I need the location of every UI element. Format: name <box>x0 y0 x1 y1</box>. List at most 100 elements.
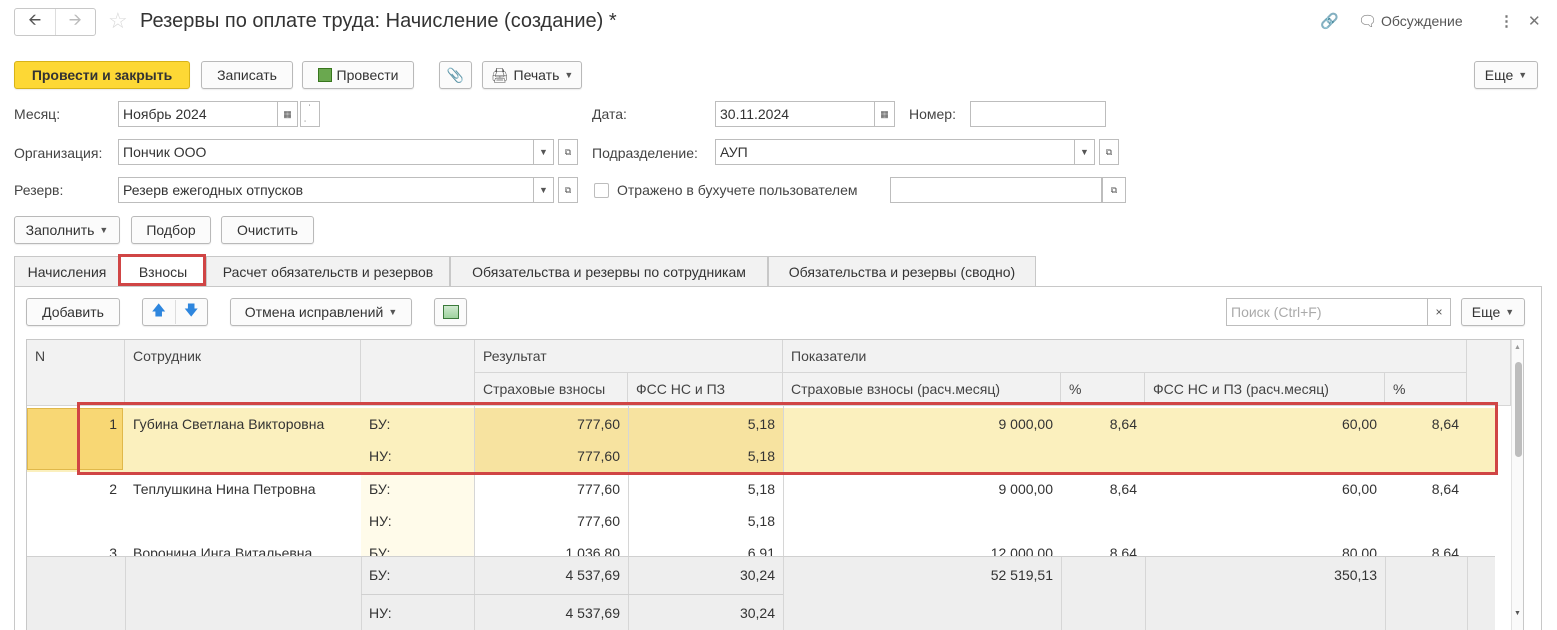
print-button[interactable]: 🖨 Печать ▼ <box>482 61 582 89</box>
table-scrollbar[interactable]: ▲ ▼ <box>1511 340 1523 630</box>
move-up-icon[interactable]: 🡅 <box>143 300 175 324</box>
date-field[interactable]: 30.11.2024 <box>715 101 875 127</box>
number-label: Номер: <box>909 106 956 122</box>
tab-label: Обязательства и резервы по сотрудникам <box>472 263 746 280</box>
kebab-menu-icon[interactable]: ⋮ <box>1499 12 1514 30</box>
row1-pct[interactable]: 8,64 <box>1061 408 1145 440</box>
post-and-close-button[interactable]: Провести и закрыть <box>14 61 190 89</box>
tab-contributions[interactable]: Взносы <box>120 256 206 287</box>
row-divider <box>361 594 783 595</box>
department-field[interactable]: АУП <box>715 139 1075 165</box>
tab-liabilities-summary[interactable]: Обязательства и резервы (сводно) <box>768 256 1036 286</box>
table-settings-button[interactable] <box>434 298 467 326</box>
row1-fss-month[interactable]: 60,00 <box>1145 408 1385 440</box>
header-employee[interactable]: Сотрудник <box>125 340 361 406</box>
pick-button[interactable]: Подбор <box>131 216 211 244</box>
total-fss-month: 350,13 <box>1334 567 1377 583</box>
add-button[interactable]: Добавить <box>26 298 120 326</box>
month-field[interactable]: Ноябрь 2024 <box>118 101 278 127</box>
calendar-icon[interactable]: ▦ <box>278 101 298 127</box>
header-type <box>361 340 475 406</box>
row1-n[interactable]: 1 <box>27 408 125 440</box>
table-footer: БУ: 4 537,69 30,24 52 519,51 350,13 НУ: … <box>27 556 1495 630</box>
search-input[interactable]: Поиск (Ctrl+F) <box>1226 298 1428 326</box>
header-fss[interactable]: ФСС НС и ПЗ <box>628 373 783 406</box>
organization-field[interactable]: Пончик ООО <box>118 139 534 165</box>
close-icon[interactable]: ✕ <box>1528 12 1541 30</box>
row2-bu-ins[interactable]: 777,60 <box>475 473 628 505</box>
chevron-down-icon: ▼ <box>1518 70 1528 80</box>
open-icon[interactable]: ⧉ <box>1099 139 1119 165</box>
undo-corrections-button[interactable]: Отмена исправлений ▼ <box>230 298 412 326</box>
total-bu-fss: 30,24 <box>739 567 775 583</box>
total-ins-month: 52 519,51 <box>990 567 1053 583</box>
row2-n[interactable]: 2 <box>27 473 125 505</box>
month-stepper[interactable]: ˙̣ <box>300 101 320 127</box>
post-button[interactable]: Провести <box>302 61 414 89</box>
clear-search-icon[interactable]: × <box>1427 298 1451 326</box>
row2-bu-fss[interactable]: 5,18 <box>628 473 783 505</box>
printer-icon: 🖨 <box>490 66 509 83</box>
back-arrow-icon[interactable]: 🡨 <box>15 9 55 35</box>
row2-pct2[interactable]: 8,64 <box>1385 473 1467 505</box>
chevron-down-icon: ▼ <box>99 225 109 235</box>
open-icon[interactable]: ⧉ <box>558 139 578 165</box>
row2-pct[interactable]: 8,64 <box>1061 473 1145 505</box>
header-result: Результат <box>475 340 783 373</box>
tab-liabilities-calc[interactable]: Расчет обязательств и резервов <box>206 256 450 286</box>
row1-ins-month[interactable]: 9 000,00 <box>783 408 1061 440</box>
row1-bu-fss[interactable]: 5,18 <box>628 408 783 440</box>
tab-label: Начисления <box>27 263 107 280</box>
row1-nu-ins[interactable]: 777,60 <box>475 440 628 472</box>
chevron-down-icon[interactable]: ▼ <box>534 139 554 165</box>
reflected-checkbox[interactable] <box>594 183 609 198</box>
header-pct2[interactable]: % <box>1385 373 1467 406</box>
header-pct[interactable]: % <box>1061 373 1145 406</box>
link-icon[interactable]: 🔗 <box>1320 12 1339 30</box>
tab-liabilities-by-employee[interactable]: Обязательства и резервы по сотрудникам <box>450 256 768 286</box>
header-ins-month[interactable]: Страховые взносы (расч.месяц) <box>783 373 1061 406</box>
save-button[interactable]: Записать <box>201 61 293 89</box>
total-nu-type: НУ: <box>369 605 392 621</box>
discussion-label: Обсуждение <box>1381 13 1463 29</box>
table-more-button[interactable]: Еще ▼ <box>1461 298 1525 326</box>
row2-ins-month[interactable]: 9 000,00 <box>783 473 1061 505</box>
reflected-label: Отражено в бухучете пользователем <box>617 182 858 198</box>
tab-label: Обязательства и резервы (сводно) <box>788 263 1016 280</box>
row1-name[interactable]: Губина Светлана Викторовна <box>125 408 361 440</box>
row1-nu-fss[interactable]: 5,18 <box>628 440 783 472</box>
number-field[interactable] <box>970 101 1106 127</box>
tab-accruals[interactable]: Начисления <box>14 256 120 286</box>
reserve-label: Резерв: <box>14 182 64 198</box>
chevron-down-icon[interactable]: ▼ <box>1075 139 1095 165</box>
table-more-label: Еще <box>1471 304 1501 320</box>
open-icon[interactable]: ⧉ <box>558 177 578 203</box>
clear-button[interactable]: Очистить <box>221 216 314 244</box>
row2-nu-fss[interactable]: 5,18 <box>628 505 783 537</box>
row1-bu-ins[interactable]: 777,60 <box>475 408 628 440</box>
row2-fss-month[interactable]: 60,00 <box>1145 473 1385 505</box>
more-button[interactable]: Еще ▼ <box>1474 61 1538 89</box>
open-icon[interactable]: ⧉ <box>1102 177 1126 203</box>
scroll-down-icon[interactable]: ▼ <box>1514 610 1521 617</box>
row1-pct2[interactable]: 8,64 <box>1385 408 1467 440</box>
calendar-icon[interactable]: ▦ <box>875 101 895 127</box>
move-down-icon[interactable]: 🡇 <box>174 300 208 324</box>
reserve-field[interactable]: Резерв ежегодных отпусков <box>118 177 534 203</box>
favorite-star-icon[interactable]: ☆ <box>108 8 128 34</box>
forward-arrow-icon[interactable]: 🡪 <box>54 9 96 35</box>
scroll-up-icon[interactable]: ▲ <box>1514 344 1521 351</box>
row2-nu-ins[interactable]: 777,60 <box>475 505 628 537</box>
scroll-thumb[interactable] <box>1515 362 1522 457</box>
pick-label: Подбор <box>146 222 196 238</box>
header-n[interactable]: N <box>27 340 125 406</box>
header-ins[interactable]: Страховые взносы <box>475 373 628 406</box>
paperclip-icon: 📎 <box>446 66 465 83</box>
discussion-button[interactable]: 🗨 Обсуждение <box>1358 12 1463 30</box>
reflected-user-field[interactable] <box>890 177 1102 203</box>
header-fss-month[interactable]: ФСС НС и ПЗ (расч.месяц) <box>1145 373 1385 406</box>
chevron-down-icon[interactable]: ▼ <box>534 177 554 203</box>
fill-button[interactable]: Заполнить ▼ <box>14 216 120 244</box>
row2-name[interactable]: Теплушкина Нина Петровна <box>125 473 361 505</box>
attach-button[interactable]: 📎 <box>439 61 472 89</box>
